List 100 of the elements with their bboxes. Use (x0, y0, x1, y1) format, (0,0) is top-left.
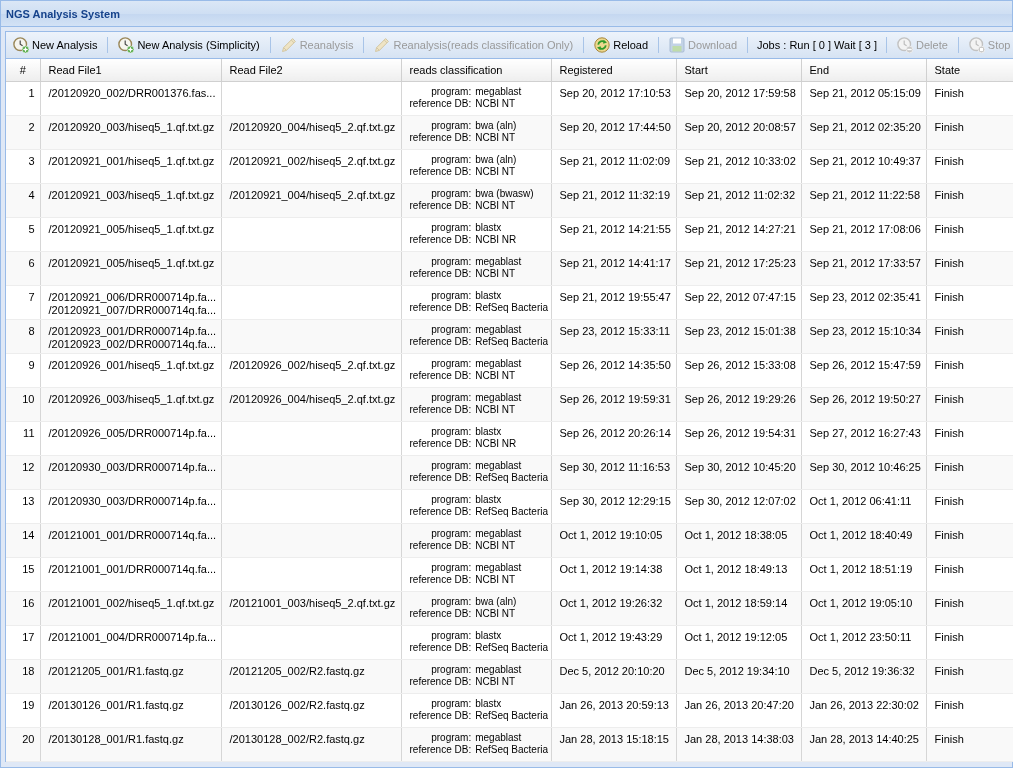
table-row[interactable]: 18 /20121205_001/R1.fastq.gz /20121205_002/R2.fastq.gz program: megablast reference DB: NCBI NT Dec 5, 2012 20:10:20 Dec 5, 2012 19:34:10 Dec 5, 2012 19:36:32 Finish (6, 659, 1013, 693)
table-cell: Sep 22, 2012 07:47:15 (676, 285, 801, 319)
table-row[interactable]: 1 /20120920_002/DRR001376.fas... program: megablast reference DB: NCBI NT Sep 20, 2012 17:10:53 Sep 20, 2012 17:59:58 Sep 21, 2012 05:15:09 Finish (6, 81, 1013, 115)
field-value: NCBI NT (475, 573, 517, 586)
table-row[interactable]: 3 /20120921_001/hiseq5_1.qf.txt.gz /20120921_002/hiseq5_2.qf.txt.gz program: bwa (aln) reference DB: NCBI NT Sep 21, 2012 11:02:09 Sep 21, 2012 10:33:02 Sep 21, 2012 10:49:37 Finish (6, 149, 1013, 183)
field-value: RefSeq Bacteria (475, 743, 549, 756)
column-header[interactable]: Start (676, 59, 801, 81)
field-value: NCBI NT (475, 403, 517, 416)
field-label: program: (430, 629, 472, 642)
row-number: 18 (6, 659, 40, 693)
table-row[interactable]: 9 /20120926_001/hiseq5_1.qf.txt.gz /20120926_002/hiseq5_2.qf.txt.gz program: megablast reference DB: NCBI NT Sep 26, 2012 14:35:50 Sep 26, 2012 15:33:08 Sep 26, 2012 15:47:59 Finish (6, 353, 1013, 387)
table-row[interactable]: 13 /20120930_003/DRR000714p.fa... program: blastx reference DB: RefSeq Bacteria Sep 30, 2012 12:29:15 Sep 30, 2012 12:07:02 Oct 1, 2012 06:41:11 Finish (6, 489, 1013, 523)
toolbar-button[interactable]: New Analysis (8, 34, 103, 56)
field-value: megablast (475, 357, 522, 370)
field-value: megablast (475, 663, 522, 676)
table-cell: /20121001_003/hiseq5_2.qf.txt.gz (221, 591, 401, 625)
row-number: 12 (6, 455, 40, 489)
pencil-icon (374, 37, 391, 53)
table-cell: Finish (926, 523, 1013, 557)
table-cell: Sep 21, 2012 17:08:06 (801, 217, 926, 251)
column-header[interactable]: State (926, 59, 1013, 81)
table-row[interactable]: 14 /20121001_001/DRR000714q.fa... program: megablast reference DB: NCBI NT Oct 1, 2012 19:10:05 Oct 1, 2012 18:38:05 Oct 1, 2012 18:40:49 Finish (6, 523, 1013, 557)
field-label: reference DB: (409, 131, 472, 144)
table-cell: Jan 28, 2013 14:38:03 (676, 727, 801, 761)
table-cell: Finish (926, 251, 1013, 285)
row-number: 3 (6, 149, 40, 183)
table-row[interactable]: 20 /20130128_001/R1.fastq.gz /20130128_002/R2.fastq.gz program: megablast reference DB: RefSeq Bacteria Jan 28, 2013 15:18:15 Jan 28, 2013 14:38:03 Jan 28, 2013 14:40:25 Finish (6, 727, 1013, 761)
field-value: blastx (475, 425, 503, 438)
table-cell: Oct 1, 2012 18:59:14 (676, 591, 801, 625)
table-row[interactable]: 5 /20120921_005/hiseq5_1.qf.txt.gz program: blastx reference DB: NCBI NR Sep 21, 2012 14:21:55 Sep 21, 2012 14:27:21 Sep 21, 2012 17:08:06 Finish (6, 217, 1013, 251)
column-header[interactable]: End (801, 59, 926, 81)
table-cell: /20120921_006/DRR000714p.fa... /20120921_007/DRR000714q.fa... (40, 285, 221, 319)
table-cell: Oct 1, 2012 19:10:05 (551, 523, 676, 557)
table-cell: Finish (926, 353, 1013, 387)
row-number: 8 (6, 319, 40, 353)
field-value: NCBI NT (475, 539, 517, 552)
table-cell: Sep 23, 2012 15:33:11 (551, 319, 676, 353)
table-row[interactable]: 2 /20120920_003/hiseq5_1.qf.txt.gz /20120920_004/hiseq5_2.qf.txt.gz program: bwa (aln) reference DB: NCBI NT Sep 20, 2012 17:44:50 Sep 20, 2012 20:08:57 Sep 21, 2012 02:35:20 Finish (6, 115, 1013, 149)
field-value: megablast (475, 85, 522, 98)
table-row[interactable]: 15 /20121001_001/DRR000714q.fa... program: megablast reference DB: NCBI NT Oct 1, 2012 19:14:38 Oct 1, 2012 18:49:13 Oct 1, 2012 18:51:19 Finish (6, 557, 1013, 591)
table-cell: /20130128_002/R2.fastq.gz (221, 727, 401, 761)
field-value: NCBI NT (475, 97, 517, 110)
toolbar-button[interactable]: New Analysis (Simplicity) (113, 34, 265, 56)
row-number: 4 (6, 183, 40, 217)
table-row[interactable]: 7 /20120921_006/DRR000714p.fa... /20120921_007/DRR000714q.fa... program: blastx reference DB: RefSeq Bacteria Sep 21, 2012 19:55:47 Sep 22, 2012 07:47:15 Sep 23, 2012 02:35:41 Finish (6, 285, 1013, 319)
table-row[interactable]: 10 /20120926_003/hiseq5_1.qf.txt.gz /20120926_004/hiseq5_2.qf.txt.gz program: megablast reference DB: NCBI NT Sep 26, 2012 19:59:31 Sep 26, 2012 19:29:26 Sep 26, 2012 19:50:27 Finish (6, 387, 1013, 421)
column-header[interactable]: reads classification (401, 59, 551, 81)
field-label: reference DB: (409, 607, 472, 620)
table-cell: /20120926_005/DRR000714p.fa... (40, 421, 221, 455)
table-row[interactable]: 17 /20121001_004/DRR000714p.fa... program: blastx reference DB: RefSeq Bacteria Oct 1, 2012 19:43:29 Oct 1, 2012 19:12:05 Oct 1, 2012 23:50:11 Finish (6, 625, 1013, 659)
table-cell: /20120923_001/DRR000714p.fa... /20120923_002/DRR000714q.fa... (40, 319, 221, 353)
table-row[interactable]: 16 /20121001_002/hiseq5_1.qf.txt.gz /20121001_003/hiseq5_2.qf.txt.gz program: bwa (aln) reference DB: NCBI NT Oct 1, 2012 19:26:32 Oct 1, 2012 18:59:14 Oct 1, 2012 19:05:10 Finish (6, 591, 1013, 625)
row-number: 11 (6, 421, 40, 455)
table-cell: Sep 21, 2012 14:27:21 (676, 217, 801, 251)
field-value: NCBI NR (475, 233, 517, 246)
table-cell: Sep 23, 2012 02:35:41 (801, 285, 926, 319)
toolbar-button[interactable]: Reload (589, 34, 654, 56)
table-cell: Sep 21, 2012 11:32:19 (551, 183, 676, 217)
table-row[interactable]: 6 /20120921_005/hiseq5_1.qf.txt.gz program: megablast reference DB: NCBI NT Sep 21, 2012 14:41:17 Sep 21, 2012 17:25:23 Sep 21, 2012 17:33:57 Finish (6, 251, 1013, 285)
field-label: program: (430, 663, 472, 676)
field-value: NCBI NT (475, 131, 517, 144)
table-cell: Jan 28, 2013 14:40:25 (801, 727, 926, 761)
column-header[interactable]: Read File2 (221, 59, 401, 81)
table-row[interactable]: 4 /20120921_003/hiseq5_1.qf.txt.gz /20120921_004/hiseq5_2.qf.txt.gz program: bwa (bwasw) reference DB: NCBI NT Sep 21, 2012 11:32:19 Sep 21, 2012 11:02:32 Sep 21, 2012 11:22:58 Finish (6, 183, 1013, 217)
table-cell: Sep 20, 2012 17:10:53 (551, 81, 676, 115)
field-label: reference DB: (409, 165, 472, 178)
table-row[interactable]: 8 /20120923_001/DRR000714p.fa... /20120923_002/DRR000714q.fa... program: megablast reference DB: RefSeq Bacteria Sep 23, 2012 15:33:11 Sep 23, 2012 15:01:38 Sep 23, 2012 15:10:34 Finish (6, 319, 1013, 353)
table-cell: Sep 21, 2012 11:22:58 (801, 183, 926, 217)
column-header[interactable]: Read File1 (40, 59, 221, 81)
window-title: NGS Analysis System (6, 7, 120, 20)
field-label: program: (430, 391, 472, 404)
table-row[interactable]: 12 /20120930_003/DRR000714p.fa... program: megablast reference DB: RefSeq Bacteria Sep 30, 2012 11:16:53 Sep 30, 2012 10:45:20 Sep 30, 2012 10:46:25 Finish (6, 455, 1013, 489)
field-value: NCBI NT (475, 199, 517, 212)
table-cell: Oct 1, 2012 18:51:19 (801, 557, 926, 591)
field-value: NCBI NT (475, 675, 517, 688)
field-value: NCBI NT (475, 607, 517, 620)
row-number: 17 (6, 625, 40, 659)
column-header[interactable]: Registered (551, 59, 676, 81)
table-cell: Sep 26, 2012 14:35:50 (551, 353, 676, 387)
column-header[interactable]: # (6, 59, 40, 81)
field-label: program: (430, 697, 472, 710)
field-value: megablast (475, 255, 522, 268)
table-row[interactable]: 19 /20130126_001/R1.fastq.gz /20130126_002/R2.fastq.gz program: blastx reference DB: RefSeq Bacteria Jan 26, 2013 20:59:13 Jan 26, 2013 20:47:20 Jan 26, 2013 22:30:02 Finish (6, 693, 1013, 727)
table-cell: Finish (926, 285, 1013, 319)
field-value: RefSeq Bacteria (475, 505, 549, 518)
field-label: program: (430, 425, 472, 438)
table-cell: Sep 20, 2012 20:08:57 (676, 115, 801, 149)
field-value: RefSeq Bacteria (475, 471, 549, 484)
table-cell: Finish (926, 455, 1013, 489)
field-value: NCBI NR (475, 437, 517, 450)
table-cell: Finish (926, 659, 1013, 693)
table-cell: /20130126_002/R2.fastq.gz (221, 693, 401, 727)
table-cell: Finish (926, 421, 1013, 455)
table-cell: Finish (926, 727, 1013, 761)
table-cell: /20120921_004/hiseq5_2.qf.txt.gz (221, 183, 401, 217)
table-cell: Sep 26, 2012 20:26:14 (551, 421, 676, 455)
table-cell: Sep 30, 2012 12:29:15 (551, 489, 676, 523)
row-number: 9 (6, 353, 40, 387)
table-row[interactable]: 11 /20120926_005/DRR000714p.fa... program: blastx reference DB: NCBI NR Sep 26, 2012 20:26:14 Sep 26, 2012 19:54:31 Sep 27, 2012 16:27:43 Finish (6, 421, 1013, 455)
field-value: megablast (475, 731, 523, 744)
